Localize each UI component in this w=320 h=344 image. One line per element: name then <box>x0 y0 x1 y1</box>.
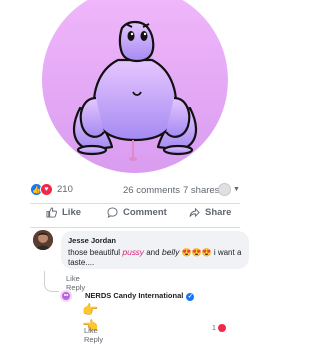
share-button-label: Share <box>205 207 232 218</box>
reaction-count: 210 <box>57 184 73 195</box>
post-image[interactable] <box>0 0 270 175</box>
comment-button[interactable]: Comment <box>107 207 167 218</box>
thread-connector <box>44 279 59 292</box>
share-arrow-icon <box>189 207 200 218</box>
reactions-summary[interactable]: 👍 ♥ 210 <box>30 183 73 196</box>
thread-line <box>44 271 45 279</box>
comment-text: those beautiful pussy and belly 😍😍😍 i wa… <box>68 248 248 268</box>
shares-count[interactable]: 7 shares <box>183 185 219 196</box>
reply-author-name: NERDS Candy International <box>85 291 184 300</box>
thumbs-up-icon <box>46 207 57 218</box>
reply-actions: Like Reply <box>84 326 112 344</box>
share-button[interactable]: Share <box>189 207 231 218</box>
reply-author[interactable]: NERDS Candy International ✓ <box>85 291 195 301</box>
like-button[interactable]: Like <box>46 207 81 218</box>
avatar[interactable] <box>60 289 72 302</box>
comment-like-link[interactable]: Like <box>66 274 80 283</box>
reply-reply-link[interactable]: Reply <box>84 335 103 344</box>
reply-reaction-count: 1 <box>212 324 216 332</box>
comment-bubble: Jesse Jordan those beautiful pussy and b… <box>61 231 249 269</box>
divider <box>30 203 240 204</box>
heart-eyes-emoji: 😍😍😍 <box>179 248 212 257</box>
divider <box>30 227 240 228</box>
post-action-bar: Like Comment Share <box>30 207 240 225</box>
comment-button-label: Comment <box>123 207 167 218</box>
comment-text-part: and <box>144 248 162 257</box>
commenter-photo <box>33 230 53 250</box>
reaction-as-selector[interactable]: ▼ <box>218 183 240 196</box>
commenter-name[interactable]: Jesse Jordan <box>68 236 116 245</box>
chevron-down-icon: ▼ <box>233 186 240 193</box>
like-button-label: Like <box>62 207 82 218</box>
comments-count[interactable]: 26 comments <box>123 185 180 196</box>
viewer-avatar <box>218 183 231 196</box>
comment-icon <box>107 207 118 218</box>
nerds-logo-icon <box>60 290 72 302</box>
post-stats: 👍 ♥ 210 26 comments 7 shares ▼ <box>0 183 270 201</box>
handwritten-word: belly <box>161 248 180 257</box>
avatar[interactable] <box>33 230 53 250</box>
handwritten-word: pussy <box>122 248 144 257</box>
nerds-character-illustration <box>42 0 228 173</box>
comment-text-part: those beautiful <box>68 248 123 257</box>
love-reaction-icon: ♥ <box>40 183 53 196</box>
verified-badge-icon: ✓ <box>186 293 195 301</box>
